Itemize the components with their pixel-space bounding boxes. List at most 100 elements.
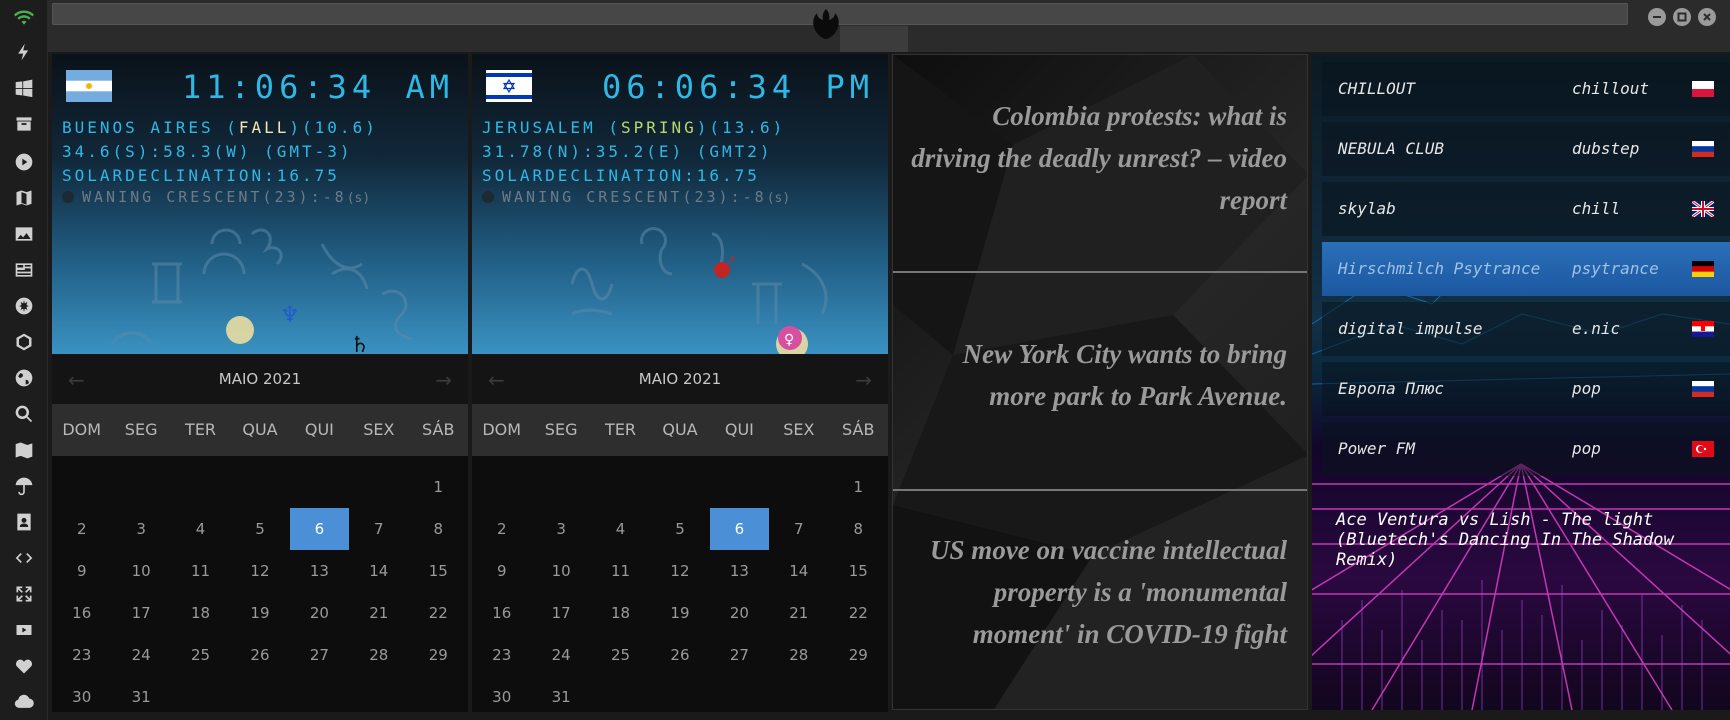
calendar-day[interactable]: 27 [290,634,349,676]
calendar-day-today[interactable]: 6 [289,508,350,550]
calendar-day[interactable]: 21 [769,592,828,634]
close-button[interactable] [1698,8,1716,26]
contact-icon[interactable] [12,510,36,534]
windows-icon[interactable] [12,76,36,100]
calendar-day[interactable]: 11 [171,550,230,592]
calendar-day[interactable]: 16 [52,592,111,634]
code-icon[interactable] [12,546,36,570]
calendar-day[interactable]: 18 [171,592,230,634]
radio-station[interactable]: digital impulse e.nic [1322,302,1730,356]
calendar-day[interactable]: 28 [769,634,828,676]
cloud-icon[interactable] [12,690,36,714]
calendar-day[interactable]: 31 [531,676,590,718]
calendar-day[interactable]: 20 [710,592,769,634]
calendar-day[interactable]: 30 [472,676,531,718]
radio-station[interactable]: Европа Плюс pop [1322,362,1730,416]
maximize-button[interactable] [1673,8,1691,26]
calendar-day[interactable]: 17 [531,592,590,634]
calendar-day[interactable]: 24 [531,634,590,676]
map-book-icon[interactable] [12,186,36,210]
calendar-day[interactable]: 11 [591,550,650,592]
radio-station[interactable]: NEBULA CLUB dubstep [1322,122,1730,176]
rebel-alliance-logo-icon[interactable] [804,6,848,48]
calendar-day[interactable]: 23 [52,634,111,676]
calendar-day[interactable]: 7 [769,508,828,550]
rebel-icon[interactable] [12,294,36,318]
calendar-day[interactable]: 7 [349,508,408,550]
calendar-day[interactable]: 31 [111,676,170,718]
calendar-day[interactable]: 30 [52,676,111,718]
play-icon[interactable] [12,150,36,174]
news-icon[interactable] [12,258,36,282]
wifi-icon[interactable] [12,6,36,30]
home-tab[interactable] [840,26,908,52]
calendar-day[interactable]: 19 [230,592,289,634]
next-month-icon[interactable]: → [855,368,872,392]
calendar-day[interactable]: 1 [829,466,888,508]
calendar-day[interactable]: 24 [111,634,170,676]
calendar-day[interactable]: 15 [829,550,888,592]
calendar-day[interactable]: 4 [591,508,650,550]
calendar-day[interactable]: 17 [111,592,170,634]
heart-icon[interactable] [12,654,36,678]
calendar-day[interactable]: 22 [409,592,468,634]
calendar-day[interactable]: 5 [230,508,289,550]
calendar-day[interactable]: 29 [829,634,888,676]
radio-station[interactable]: skylab chill [1322,182,1730,236]
calendar-day[interactable]: 21 [349,592,408,634]
calendar-day[interactable]: 27 [710,634,769,676]
calendar-day[interactable]: 25 [171,634,230,676]
calendar-day[interactable]: 25 [591,634,650,676]
calendar-day[interactable]: 12 [230,550,289,592]
calendar-day[interactable]: 2 [52,508,111,550]
calendar-day[interactable]: 22 [829,592,888,634]
calendar-day[interactable]: 8 [829,508,888,550]
radio-station[interactable]: Hirschmilch Psytrance psytrance [1322,242,1730,296]
calendar-day[interactable]: 3 [531,508,590,550]
calendar-day-today[interactable]: 6 [709,508,770,550]
news-headline[interactable]: Colombia protests: what is driving the d… [907,95,1287,221]
news-headline[interactable]: New York City wants to bring more park t… [907,333,1287,417]
calendar-day[interactable]: 9 [52,550,111,592]
calendar-day[interactable]: 26 [230,634,289,676]
image-icon[interactable] [12,222,36,246]
calendar-day[interactable]: 18 [591,592,650,634]
umbrella-icon[interactable] [12,474,36,498]
hexagon-icon[interactable] [12,330,36,354]
news-headline[interactable]: US move on vaccine intellectual property… [907,529,1287,655]
calendar-day[interactable]: 12 [650,550,709,592]
calendar-day[interactable]: 14 [349,550,408,592]
calendar-day[interactable]: 10 [531,550,590,592]
calendar-day[interactable]: 15 [409,550,468,592]
calendar-day[interactable]: 4 [171,508,230,550]
calendar-day[interactable]: 16 [472,592,531,634]
next-month-icon[interactable]: → [435,368,452,392]
calendar-day[interactable]: 10 [111,550,170,592]
expand-icon[interactable] [12,582,36,606]
minimize-button[interactable] [1648,8,1666,26]
radio-station[interactable]: CHILLOUT chillout [1322,62,1730,116]
bolt-icon[interactable] [12,40,36,64]
calendar-day[interactable]: 3 [111,508,170,550]
calendar-day[interactable]: 14 [769,550,828,592]
calendar-day[interactable]: 8 [409,508,468,550]
youtube-icon[interactable] [12,618,36,642]
calendar-day[interactable]: 20 [290,592,349,634]
calendar-day[interactable]: 28 [349,634,408,676]
calendar-day[interactable]: 19 [650,592,709,634]
calendar-day[interactable]: 13 [290,550,349,592]
calendar-day[interactable]: 13 [710,550,769,592]
archive-icon[interactable] [12,112,36,136]
globe-icon[interactable] [12,366,36,390]
calendar-day[interactable]: 29 [409,634,468,676]
map-icon[interactable] [12,438,36,462]
calendar-day[interactable]: 9 [472,550,531,592]
top-bar [48,0,1730,52]
calendar-day[interactable]: 2 [472,508,531,550]
calendar-day[interactable]: 26 [650,634,709,676]
search-icon[interactable] [12,402,36,426]
calendar-day[interactable]: 5 [650,508,709,550]
radio-station[interactable]: Power FM pop [1322,422,1730,476]
calendar-day[interactable]: 23 [472,634,531,676]
calendar-day[interactable]: 1 [409,466,468,508]
